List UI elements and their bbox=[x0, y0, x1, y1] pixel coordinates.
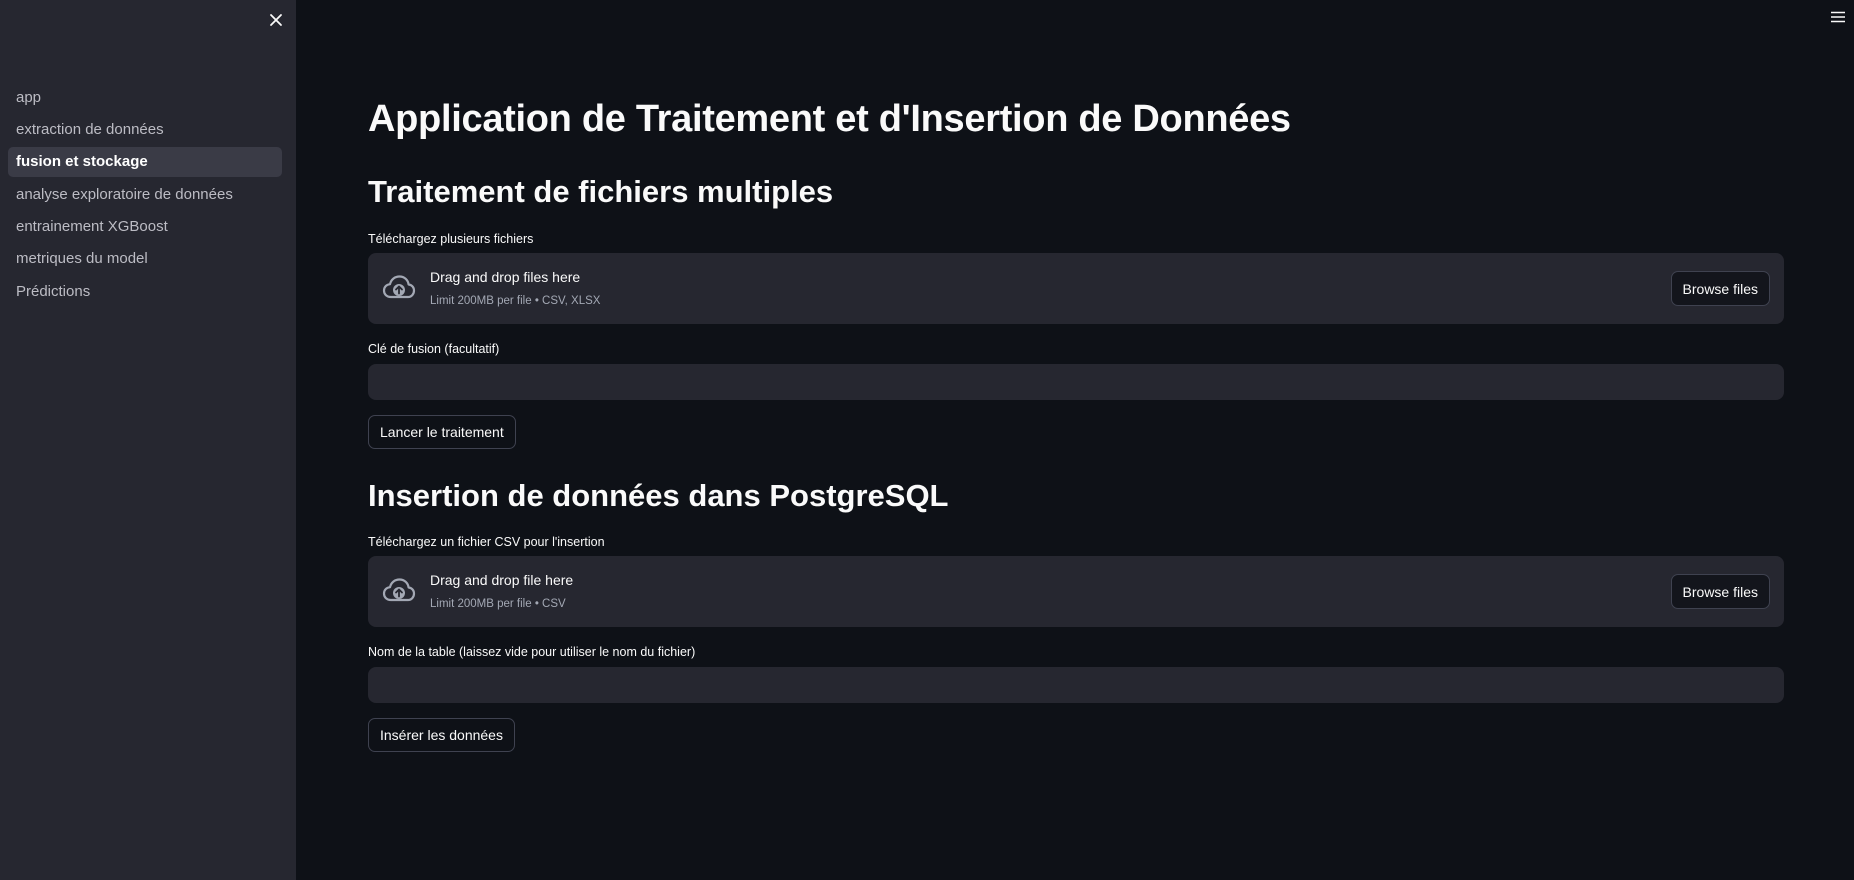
dropzone-limit-text: Limit 200MB per file • CSV, XLSX bbox=[430, 295, 601, 307]
table-name-label: Nom de la table (laissez vide pour utili… bbox=[368, 645, 696, 659]
sidebar-item-entrainement-xgboost[interactable]: entrainement XGBoost bbox=[8, 212, 282, 242]
dropzone-title: Drag and drop file here bbox=[430, 572, 574, 588]
close-icon bbox=[270, 14, 282, 26]
dropzone-title: Drag and drop files here bbox=[430, 269, 581, 285]
sidebar-item-fusion-stockage[interactable]: fusion et stockage bbox=[8, 146, 282, 177]
table-name-input[interactable] bbox=[368, 667, 1784, 703]
sidebar: app extraction de données fusion et stoc… bbox=[0, 0, 296, 880]
main-content: Application de Traitement et d'Insertion… bbox=[368, 0, 1784, 880]
app-root: app extraction de données fusion et stoc… bbox=[0, 0, 1854, 880]
merge-key-label: Clé de fusion (facultatif) bbox=[368, 342, 500, 356]
sidebar-item-app[interactable]: app bbox=[8, 82, 282, 112]
cloud-upload-icon bbox=[382, 275, 416, 299]
multi-upload-label: Téléchargez plusieurs fichiers bbox=[368, 232, 534, 246]
sidebar-item-metriques[interactable]: metriques du model bbox=[8, 244, 282, 274]
sidebar-item-analyse-exploratoire[interactable]: analyse exploratoire de données bbox=[8, 179, 282, 209]
main-menu-button[interactable] bbox=[1826, 6, 1850, 28]
sidebar-close-button[interactable] bbox=[264, 8, 288, 32]
sidebar-item-predictions[interactable]: Prédictions bbox=[8, 276, 282, 306]
browse-files-button[interactable]: Browse files bbox=[1670, 574, 1770, 609]
page-title: Application de Traitement et d'Insertion… bbox=[368, 98, 1291, 140]
browse-files-button[interactable]: Browse files bbox=[1670, 271, 1770, 306]
csv-file-dropzone[interactable]: Drag and drop file here Limit 200MB per … bbox=[368, 556, 1784, 627]
merge-key-input[interactable] bbox=[368, 364, 1784, 400]
run-processing-button[interactable]: Lancer le traitement bbox=[368, 415, 516, 449]
cloud-upload-icon bbox=[382, 578, 416, 602]
sidebar-item-extraction[interactable]: extraction de données bbox=[8, 114, 282, 144]
multi-file-dropzone[interactable]: Drag and drop files here Limit 200MB per… bbox=[368, 253, 1784, 324]
dropzone-limit-text: Limit 200MB per file • CSV bbox=[430, 598, 566, 610]
csv-upload-label: Téléchargez un fichier CSV pour l'insert… bbox=[368, 535, 605, 549]
insert-data-button[interactable]: Insérer les données bbox=[368, 718, 515, 752]
hamburger-menu-icon bbox=[1831, 11, 1845, 23]
section-insert-heading: Insertion de données dans PostgreSQL bbox=[368, 478, 949, 513]
sidebar-nav: app extraction de données fusion et stoc… bbox=[8, 82, 282, 309]
section-merge-heading: Traitement de fichiers multiples bbox=[368, 174, 834, 209]
